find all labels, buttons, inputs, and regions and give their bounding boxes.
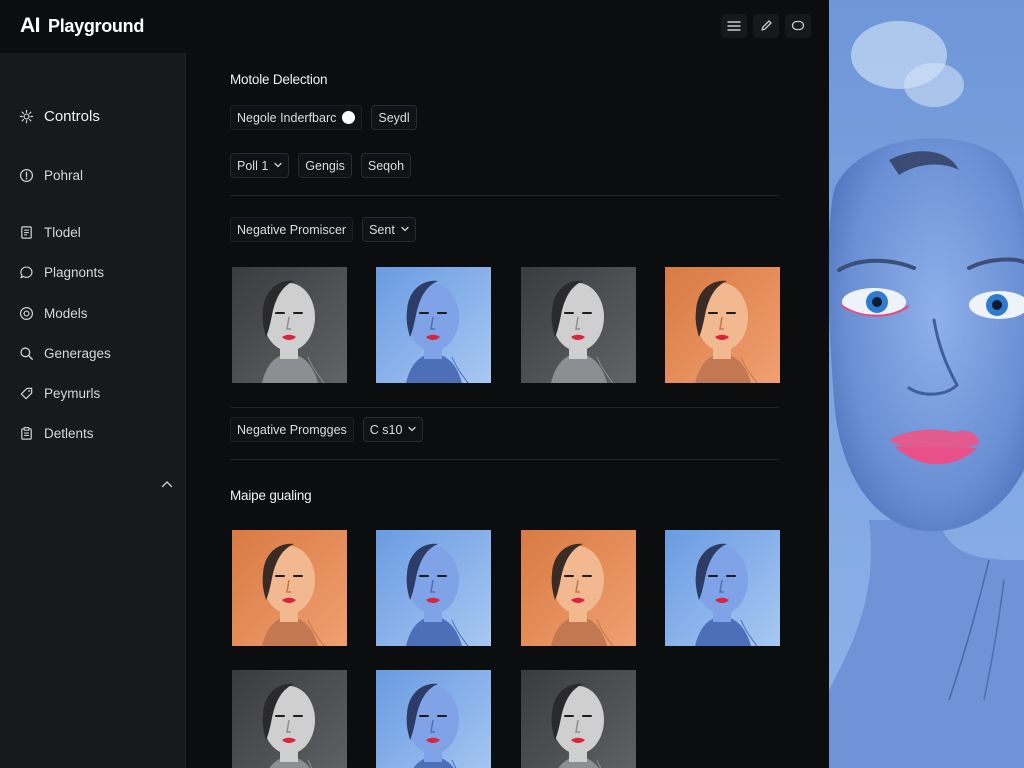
info-circle-icon (18, 167, 34, 183)
image-thumbnail[interactable] (521, 530, 636, 646)
tag-icon (18, 385, 34, 401)
toggle-knob[interactable] (342, 111, 356, 124)
sidebar-item-models[interactable]: Models (18, 305, 88, 321)
toggle-label: Negole Inderfbarc (237, 110, 337, 125)
target-icon (18, 305, 34, 321)
image-thumbnail[interactable] (232, 267, 347, 383)
sidebar-item-label: Generages (44, 345, 111, 361)
preview-image (829, 0, 1024, 768)
sidebar-item-label: Peymurls (44, 385, 101, 401)
document-icon (18, 224, 34, 240)
chat-icon (18, 264, 34, 280)
chevron-down-icon (274, 162, 282, 170)
app-title: Playground (48, 15, 145, 36)
sidebar-item-plagnonts[interactable]: Plagnonts (18, 264, 104, 280)
image-thumbnail[interactable] (521, 267, 636, 383)
divider (230, 195, 779, 196)
negative-prompt-field-2[interactable]: Negative Promgges (230, 417, 354, 442)
sidebar-item-label: Plagnonts (44, 264, 105, 280)
clipboard-icon (18, 425, 34, 441)
sidebar-item-label: Tlodel (44, 224, 81, 240)
sidebar-item-label: Detlents (44, 425, 94, 441)
sidebar-item-generages[interactable]: Generages (18, 345, 111, 361)
divider (230, 459, 779, 460)
seqoh-button[interactable]: Seqoh (360, 153, 412, 178)
sidebar-item-label: Models (44, 305, 88, 321)
sidebar-item-peymurls[interactable]: Peymurls (18, 385, 100, 401)
sidebar-item-pohral[interactable]: Pohral (18, 167, 83, 183)
image-thumbnail[interactable] (376, 530, 491, 646)
image-thumbnail[interactable] (521, 670, 636, 768)
top-actions (721, 14, 811, 38)
cs-select[interactable]: C s10 (362, 417, 424, 442)
section-title-quality: Maipe gualing (230, 488, 312, 503)
gengis-label: Gengis (305, 158, 345, 173)
negative-prompt-row-1: Negative Promiscer Sent (230, 217, 416, 242)
negative-prompt-field-1[interactable]: Negative Promiscer (230, 217, 354, 242)
chevron-down-icon (408, 426, 417, 434)
pencil-icon[interactable] (753, 14, 779, 38)
image-thumbnail[interactable] (665, 530, 780, 646)
search-icon (18, 345, 34, 361)
gengis-button[interactable]: Gengis (298, 153, 352, 178)
negative-prompt-label: Negative Promgges (237, 422, 347, 437)
sidebar-item-controls[interactable]: Controls (18, 108, 100, 125)
sent-select-value: Sent (369, 222, 395, 237)
poll-select[interactable]: Poll 1 (230, 153, 290, 178)
sidebar-item-detlents[interactable]: Detlents (18, 425, 94, 441)
menu-icon[interactable] (721, 14, 747, 38)
image-thumbnail[interactable] (376, 670, 491, 768)
sent-select[interactable]: Sent (362, 217, 416, 242)
app-logo: AI (20, 14, 41, 37)
negative-toggle[interactable]: Negole Inderfbarc (230, 105, 363, 130)
image-thumbnail[interactable] (665, 267, 780, 383)
top-bar: AI Playground (0, 0, 829, 53)
options-row: Poll 1 Gengis Seqoh (230, 153, 412, 178)
negative-prompt-row-2: Negative Promgges C s10 (230, 417, 424, 442)
image-thumbnail[interactable] (232, 530, 347, 646)
negative-prompt-label: Negative Promiscer (237, 222, 347, 237)
image-thumbnail[interactable] (232, 670, 347, 768)
chevron-up-icon[interactable] (159, 476, 175, 492)
gear-icon (18, 109, 34, 125)
chevron-down-icon (401, 226, 409, 234)
seydl-button[interactable]: Seydl (371, 105, 417, 130)
chat-bubble-icon[interactable] (785, 14, 811, 38)
divider (230, 407, 779, 408)
sidebar-item-label: Pohral (44, 167, 84, 183)
seydl-label: Seydl (378, 110, 410, 125)
sidebar-item-tlodel[interactable]: Tlodel (18, 224, 81, 240)
seqoh-label: Seqoh (367, 158, 405, 173)
image-thumbnail[interactable] (376, 267, 491, 383)
toggle-row: Negole Inderfbarc Seydl (230, 105, 417, 130)
brand[interactable]: AI Playground (20, 14, 144, 38)
cs-select-value: C s10 (369, 422, 403, 437)
poll-select-value: Poll 1 (237, 158, 269, 173)
sidebar: Controls Pohral Tlodel Plagnonts Models … (0, 53, 186, 768)
sidebar-item-label: Controls (44, 108, 100, 125)
section-title-detection: Motole Delection (230, 72, 328, 87)
main-panel: Motole Delection Negole Inderfbarc Seydl… (186, 53, 829, 768)
